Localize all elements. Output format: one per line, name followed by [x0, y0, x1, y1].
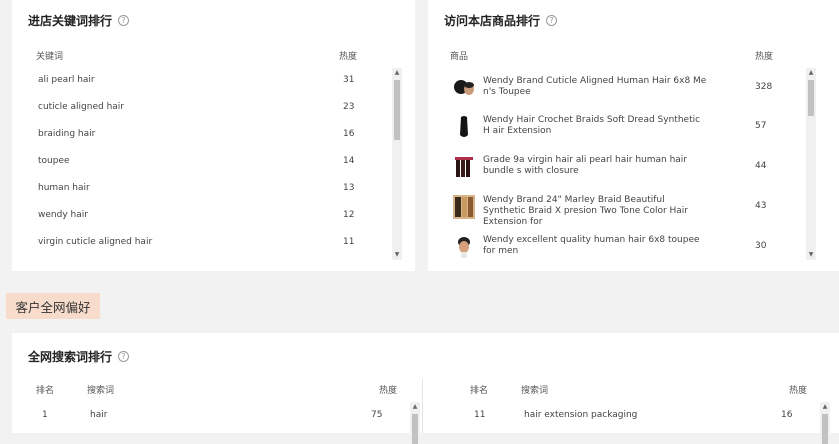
- col-header-term: 搜索词: [87, 386, 115, 396]
- store-products-title-text: 访问本店商品排行: [444, 14, 541, 28]
- table-row[interactable]: toupee 14: [12, 148, 392, 175]
- heat-cell: 11: [343, 237, 355, 247]
- heat-cell: 328: [755, 82, 773, 92]
- heat-cell: 43: [755, 201, 767, 211]
- store-keywords-title-text: 进店关键词排行: [28, 14, 113, 28]
- store-products-title: 访问本店商品排行 ?: [444, 12, 558, 29]
- help-icon[interactable]: ?: [546, 15, 558, 26]
- table-row[interactable]: 11 hair extension packaging 16: [432, 401, 817, 428]
- product-image[interactable]: [453, 76, 475, 100]
- scroll-down-arrow-icon[interactable]: ▼: [807, 251, 815, 259]
- table-row[interactable]: 1 hair 75: [12, 401, 407, 428]
- col-header-rank: 排名: [470, 386, 489, 396]
- heat-cell: 12: [343, 210, 355, 220]
- keyword-cell: cuticle aligned hair: [38, 102, 124, 112]
- help-icon[interactable]: ?: [118, 15, 130, 26]
- scroll-up-arrow-icon[interactable]: ▲: [393, 69, 401, 77]
- keyword-cell: wendy hair: [38, 210, 88, 220]
- col-header-product: 商品: [450, 52, 469, 62]
- heat-cell: 16: [343, 129, 355, 139]
- scroll-up-arrow-icon[interactable]: ▲: [411, 403, 419, 411]
- heat-cell: 30: [755, 241, 767, 251]
- store-products-scrollbar[interactable]: ▲ ▼: [806, 68, 816, 260]
- store-keywords-list: ali pearl hair 31 cuticle aligned hair 23 br…: [12, 67, 392, 257]
- store-products-card: 访问本店商品排行 ? 商品 热度 Wendy Brand Cuticle Ali…: [428, 0, 839, 271]
- col-header-heat: 热度: [339, 52, 358, 62]
- col-header-heat: 热度: [789, 386, 808, 396]
- col-header-heat: 热度: [379, 386, 398, 396]
- product-image[interactable]: [453, 155, 475, 179]
- section-label: 客户全网偏好: [6, 293, 100, 319]
- product-image[interactable]: [453, 235, 475, 259]
- scroll-down-arrow-icon[interactable]: ▼: [393, 251, 401, 259]
- heat-cell: 13: [343, 183, 355, 193]
- global-search-title-text: 全网搜索词排行: [28, 350, 113, 364]
- table-row[interactable]: braiding hair 16: [12, 121, 392, 148]
- col-header-rank: 排名: [36, 386, 55, 396]
- rank-cell: 11: [474, 410, 486, 420]
- product-name-link[interactable]: Wendy Brand 24" Marley Braid Beautiful S…: [483, 195, 708, 228]
- keyword-cell: toupee: [38, 156, 70, 166]
- product-row[interactable]: Grade 9a virgin hair ali pearl hair huma…: [428, 147, 803, 185]
- keyword-cell: human hair: [38, 183, 90, 193]
- global-search-left-scrollbar[interactable]: ▲: [410, 402, 420, 444]
- scroll-thumb[interactable]: [822, 414, 828, 444]
- table-row[interactable]: cuticle aligned hair 23: [12, 94, 392, 121]
- scroll-thumb[interactable]: [394, 80, 400, 140]
- heat-cell: 16: [781, 410, 793, 420]
- heat-cell: 23: [343, 102, 355, 112]
- product-row[interactable]: Wendy Hair Crochet Braids Soft Dread Syn…: [428, 107, 803, 145]
- scroll-thumb[interactable]: [808, 80, 814, 116]
- scroll-thumb[interactable]: [412, 414, 418, 444]
- heat-cell: 57: [755, 121, 767, 131]
- product-row[interactable]: Wendy Brand Cuticle Aligned Human Hair 6…: [428, 68, 803, 106]
- search-term-cell: hair extension packaging: [524, 410, 638, 420]
- col-header-keyword: 关键词: [36, 52, 64, 62]
- product-image[interactable]: [453, 195, 475, 219]
- keyword-cell: braiding hair: [38, 129, 96, 139]
- heat-cell: 44: [755, 161, 767, 171]
- table-row[interactable]: ali pearl hair 31: [12, 67, 392, 94]
- store-keywords-title: 进店关键词排行 ?: [28, 12, 130, 29]
- scroll-up-arrow-icon[interactable]: ▲: [821, 403, 829, 411]
- product-name-link[interactable]: Wendy Hair Crochet Braids Soft Dread Syn…: [483, 115, 708, 137]
- store-keywords-card: 进店关键词排行 ? 关键词 热度 ali pearl hair 31 cuticle…: [12, 0, 415, 271]
- product-name-link[interactable]: Wendy Brand Cuticle Aligned Human Hair 6…: [483, 76, 708, 98]
- col-header-term: 搜索词: [521, 386, 549, 396]
- global-search-left-list: 1 hair 75: [12, 401, 407, 433]
- product-row[interactable]: Wendy excellent quality human hair 6x8 t…: [428, 227, 803, 265]
- product-name-link[interactable]: Grade 9a virgin hair ali pearl hair huma…: [483, 155, 708, 177]
- col-header-heat: 热度: [755, 52, 774, 62]
- global-search-title: 全网搜索词排行 ?: [28, 348, 130, 365]
- table-row[interactable]: human hair 13: [12, 175, 392, 202]
- scroll-up-arrow-icon[interactable]: ▲: [807, 69, 815, 77]
- table-divider: [422, 379, 423, 433]
- store-keywords-scrollbar[interactable]: ▲ ▼: [392, 68, 402, 260]
- heat-cell: 14: [343, 156, 355, 166]
- search-term-cell: hair: [90, 410, 108, 420]
- product-image[interactable]: [453, 115, 475, 139]
- store-products-list: Wendy Brand Cuticle Aligned Human Hair 6…: [428, 68, 803, 260]
- global-search-card: 全网搜索词排行 ? 排名 搜索词 热度 1 hair 75 ▲ 排名 搜索词 热度 …: [12, 333, 839, 444]
- global-search-right-scrollbar[interactable]: ▲: [820, 402, 830, 444]
- heat-cell: 31: [343, 75, 355, 85]
- product-name-link[interactable]: Wendy excellent quality human hair 6x8 t…: [483, 235, 708, 257]
- global-search-right-list: 11 hair extension packaging 16: [432, 401, 817, 433]
- keyword-cell: ali pearl hair: [38, 75, 95, 85]
- rank-cell: 1: [42, 410, 48, 420]
- keyword-cell: virgin cuticle aligned hair: [38, 237, 153, 247]
- table-row[interactable]: virgin cuticle aligned hair 11: [12, 229, 392, 256]
- product-row[interactable]: Wendy Brand 24" Marley Braid Beautiful S…: [428, 187, 803, 228]
- table-row[interactable]: wendy hair 12: [12, 202, 392, 229]
- heat-cell: 75: [371, 410, 383, 420]
- help-icon[interactable]: ?: [118, 351, 130, 362]
